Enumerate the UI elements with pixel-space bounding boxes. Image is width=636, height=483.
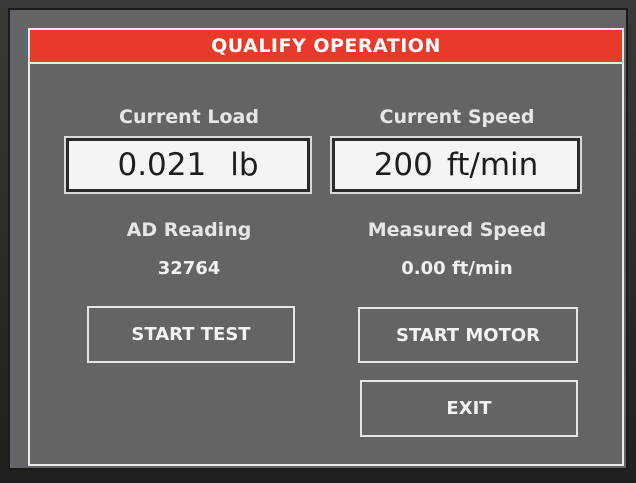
current-speed-label: Current Speed: [379, 106, 535, 128]
current-speed-value: 200: [373, 147, 433, 183]
exit-label: EXIT: [446, 398, 492, 419]
current-load-value: 0.021: [117, 147, 207, 183]
measured-speed-value: 0.00 ft/min: [401, 258, 513, 279]
start-test-button[interactable]: START TEST: [87, 306, 295, 363]
ad-reading-value: 32764: [157, 258, 221, 279]
current-load-field[interactable]: 0.021 lb: [64, 136, 312, 194]
measured-speed-label: Measured Speed: [367, 219, 547, 241]
title-bar: QUALIFY OPERATION: [30, 30, 622, 64]
start-motor-button[interactable]: START MOTOR: [358, 307, 578, 363]
ad-reading-label: AD Reading: [126, 219, 252, 241]
exit-button[interactable]: EXIT: [360, 380, 578, 437]
current-speed-field[interactable]: 200 ft/min: [330, 136, 582, 194]
current-speed-unit: ft/min: [446, 147, 539, 183]
page-title: QUALIFY OPERATION: [211, 35, 441, 57]
current-load-unit: lb: [230, 147, 259, 183]
current-load-label: Current Load: [119, 106, 259, 128]
start-motor-label: START MOTOR: [395, 324, 541, 346]
start-test-label: START TEST: [131, 324, 251, 345]
